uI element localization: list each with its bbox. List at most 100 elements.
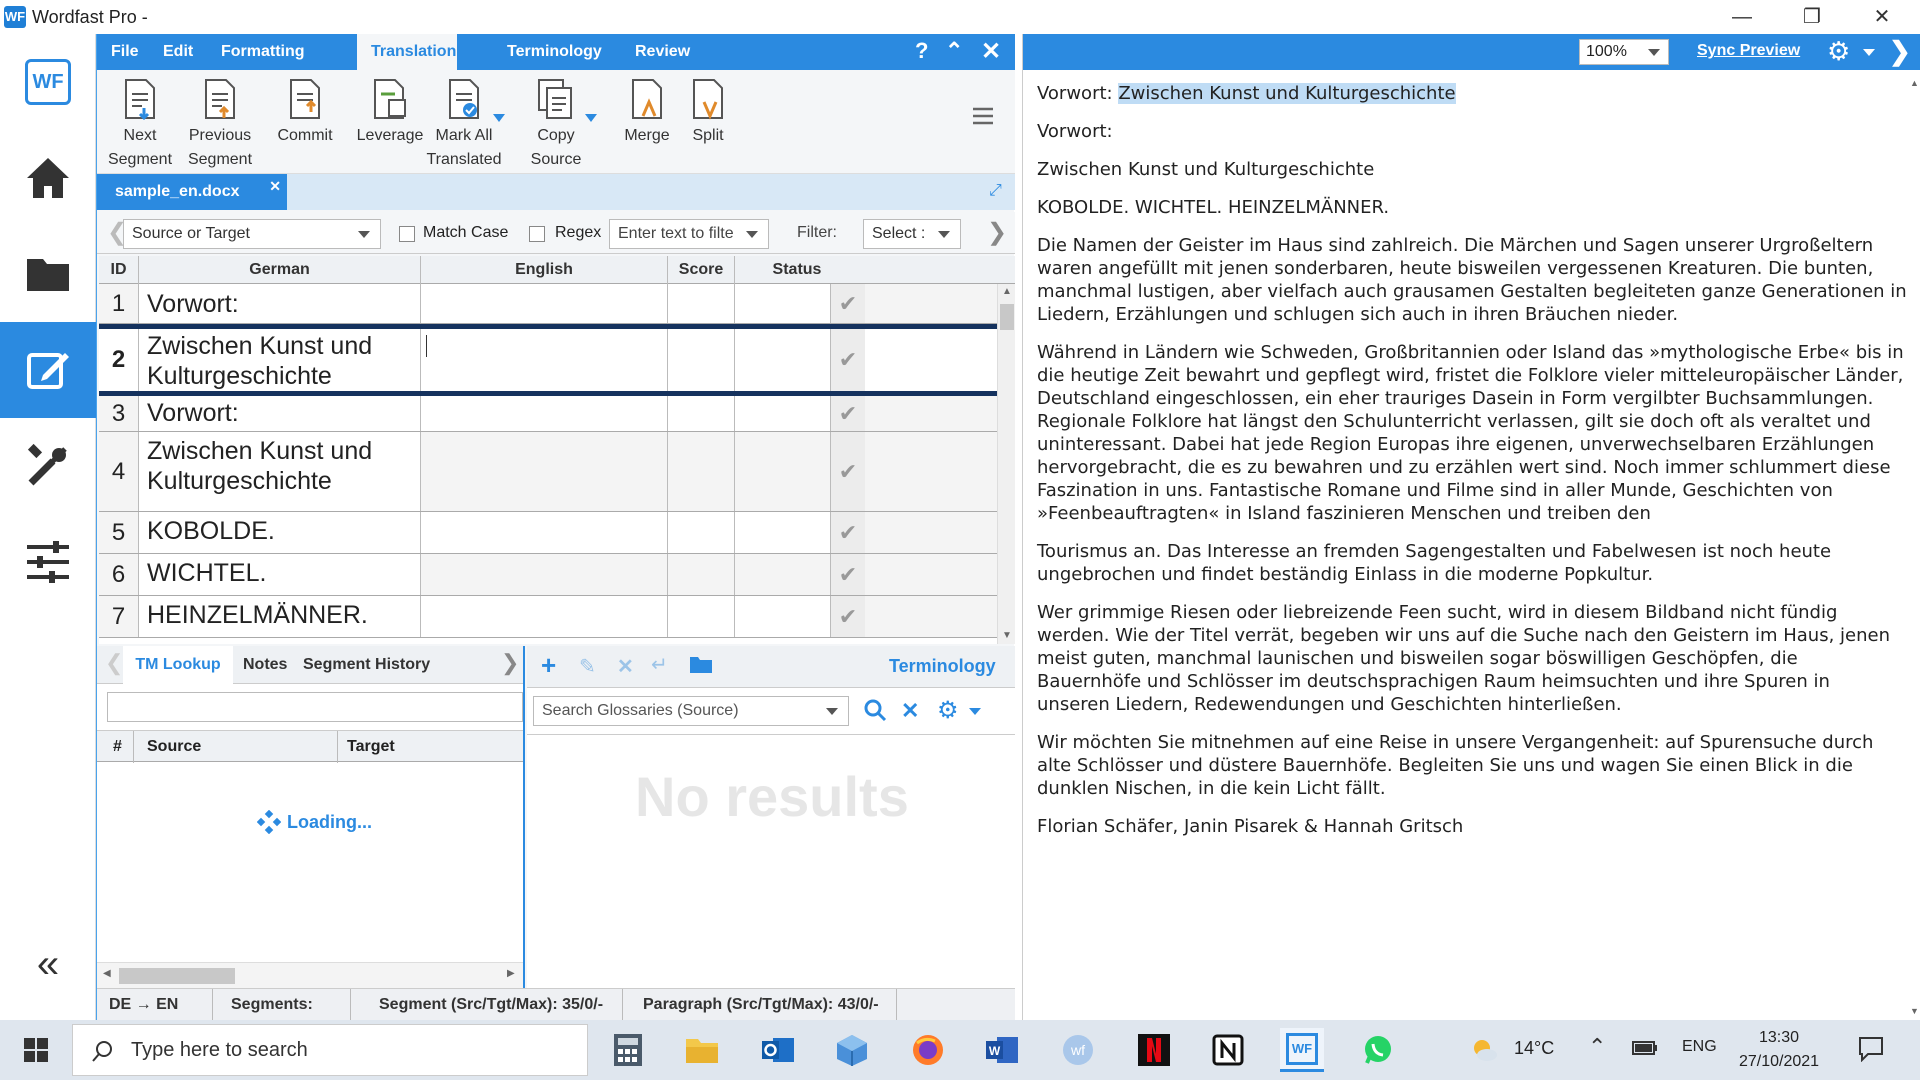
menu-edit[interactable]: Edit	[149, 34, 207, 70]
filter-next-icon[interactable]: ❯	[987, 218, 1007, 247]
menu-translation[interactable]: Translation	[357, 34, 457, 70]
check-icon[interactable]: ✔	[831, 329, 865, 391]
tools-button[interactable]	[0, 418, 96, 514]
tab-notes[interactable]: Notes	[233, 646, 297, 684]
previous-segment-button[interactable]: Previous Segment	[175, 70, 265, 172]
wf-logo-button[interactable]: WF	[0, 34, 96, 130]
tab-tm-lookup[interactable]: TM Lookup	[123, 646, 233, 684]
notifications-icon[interactable]	[1858, 1036, 1884, 1067]
segment-row[interactable]: 6 WICHTEL. ✔	[99, 554, 1005, 596]
scroll-up-icon[interactable]: ▲	[1002, 286, 1012, 297]
zoom-select[interactable]: 100%	[1579, 39, 1669, 65]
calculator-app[interactable]	[606, 1028, 650, 1072]
preview-highlight[interactable]: Zwischen Kunst und Kulturgeschichte	[1118, 83, 1456, 104]
preview-gear-icon[interactable]: ⚙	[1827, 36, 1850, 67]
header-score[interactable]: Score	[668, 256, 735, 284]
segment-row[interactable]: 4 Zwischen Kunst und Kulturgeschichte ✔	[99, 432, 1005, 512]
header-target[interactable]: English	[421, 256, 668, 284]
segment-row[interactable]: 5 KOBOLDE. ✔	[99, 512, 1005, 554]
tm-tabs-next-icon[interactable]: ❯	[501, 650, 519, 676]
search-icon[interactable]	[863, 698, 887, 727]
segment-target[interactable]	[421, 554, 668, 595]
netflix-app[interactable]	[1132, 1028, 1176, 1072]
menu-formatting[interactable]: Formatting	[207, 34, 319, 70]
preview-collapse-icon[interactable]: ❯	[1889, 36, 1911, 67]
split-button[interactable]: Split	[673, 70, 743, 148]
scroll-right-icon[interactable]: ▶	[507, 968, 515, 979]
segment-row-active[interactable]: 2 Zwischen Kunst und Kulturgeschichte ✔	[99, 324, 1005, 396]
sync-preview-link[interactable]: Sync Preview	[1697, 42, 1800, 60]
temperature[interactable]: 14°C	[1514, 1038, 1554, 1059]
projects-button[interactable]	[0, 226, 96, 322]
check-icon[interactable]: ✔	[831, 554, 865, 595]
open-glossary-icon[interactable]	[689, 654, 713, 679]
filter-select[interactable]: Select :	[863, 219, 961, 249]
header-status[interactable]: Status	[735, 256, 859, 284]
grid-scrollbar[interactable]: ▲ ▼	[997, 284, 1015, 644]
home-button[interactable]	[0, 130, 96, 226]
clear-search-icon[interactable]: ✕	[901, 698, 919, 724]
check-icon[interactable]: ✔	[831, 512, 865, 553]
preview-scrollbar[interactable]: ▲ ▼	[1909, 78, 1919, 1018]
preview-gear-dropdown-icon[interactable]	[1863, 49, 1875, 56]
tm-tabs-prev-icon[interactable]: ❮	[105, 650, 123, 676]
gear-dropdown-icon[interactable]	[969, 708, 981, 715]
segment-target-editor[interactable]	[421, 329, 668, 391]
word-app[interactable]: W	[980, 1028, 1024, 1072]
menu-review[interactable]: Review	[621, 34, 704, 70]
start-button[interactable]	[14, 1028, 58, 1072]
close-tab-icon[interactable]: ✕	[269, 168, 281, 204]
scroll-up-icon[interactable]: ▲	[1910, 78, 1919, 88]
tm-search-input[interactable]	[107, 692, 523, 722]
segment-target[interactable]	[421, 432, 668, 511]
delete-term-icon[interactable]: ✕	[617, 654, 634, 679]
check-icon[interactable]: ✔	[831, 596, 865, 637]
tm-col-target[interactable]: Target	[347, 738, 395, 756]
restore-button[interactable]: ❐	[1782, 0, 1842, 34]
tm-horizontal-scrollbar[interactable]: ◀ ▶	[97, 962, 523, 988]
scroll-left-icon[interactable]: ◀	[103, 968, 111, 979]
add-term-icon[interactable]: +	[541, 650, 556, 681]
segment-row[interactable]: 3 Vorwort: ✔	[99, 396, 1005, 432]
insert-term-icon[interactable]: ↵	[651, 652, 668, 677]
check-icon[interactable]: ✔	[831, 432, 865, 511]
close-window-button[interactable]: ✕	[1852, 0, 1912, 34]
scroll-down-icon[interactable]: ▼	[1910, 1006, 1919, 1016]
header-id[interactable]: ID	[99, 256, 139, 284]
settings-button[interactable]	[0, 514, 96, 610]
battery-icon[interactable]	[1632, 1040, 1658, 1061]
notion-app[interactable]	[1206, 1028, 1250, 1072]
segment-target[interactable]	[421, 512, 668, 553]
tm-col-num[interactable]: #	[113, 738, 122, 756]
help-icon[interactable]: ?	[915, 38, 928, 64]
document-tab[interactable]: sample_en.docx ✕	[97, 174, 287, 210]
segment-row[interactable]: 7 HEINZELMÄNNER. ✔	[99, 596, 1005, 638]
segment-target[interactable]	[421, 396, 668, 431]
glossary-search-input[interactable]: Search Glossaries (Source)	[533, 696, 849, 726]
header-source[interactable]: German	[139, 256, 421, 284]
file-explorer-app[interactable]	[680, 1028, 724, 1072]
whatsapp-app[interactable]	[1356, 1028, 1400, 1072]
match-case-checkbox[interactable]	[399, 226, 415, 242]
grid-scroll-thumb[interactable]	[1000, 304, 1014, 330]
close-panel-icon[interactable]: ✕	[981, 37, 1001, 66]
firefox-app[interactable]	[906, 1028, 950, 1072]
commit-button[interactable]: Commit	[265, 70, 345, 148]
chevron-up-icon[interactable]: ⌃	[1588, 1034, 1606, 1060]
segment-target[interactable]	[421, 284, 668, 323]
3d-builder-app[interactable]	[830, 1028, 874, 1072]
check-icon[interactable]: ✔	[831, 396, 865, 431]
filter-text-input[interactable]: Enter text to filte	[609, 219, 769, 249]
edit-term-icon[interactable]: ✎	[579, 654, 596, 679]
collapse-rail-button[interactable]: «	[0, 934, 96, 994]
gear-icon[interactable]: ⚙	[937, 696, 959, 725]
ribbon-menu-icon[interactable]	[971, 106, 995, 131]
tab-segment-history[interactable]: Segment History	[293, 646, 440, 684]
segment-row[interactable]: 1 Vorwort: ✔	[99, 284, 1005, 324]
mark-all-dropdown-icon[interactable]	[493, 114, 505, 124]
tm-scroll-thumb[interactable]	[119, 968, 235, 984]
tm-col-source[interactable]: Source	[147, 738, 201, 756]
wordfast-anywhere-app[interactable]: wf	[1056, 1028, 1100, 1072]
copy-source-dropdown-icon[interactable]	[585, 114, 597, 124]
check-icon[interactable]: ✔	[831, 284, 865, 323]
